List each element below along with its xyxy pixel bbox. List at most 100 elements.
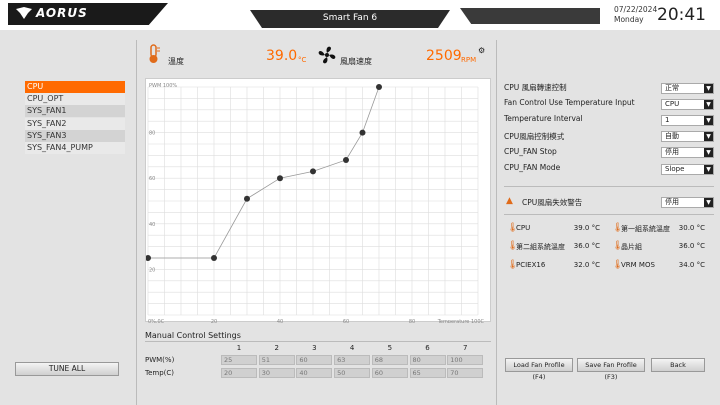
temp-cell[interactable]: 70 (447, 368, 484, 378)
curve-point[interactable] (310, 168, 316, 175)
setting-select[interactable]: 自動 ▼ (661, 131, 714, 143)
setting-select-value: 停用 (665, 148, 679, 157)
chevron-down-icon: ▼ (704, 83, 713, 93)
temp-cell[interactable]: 20 (221, 368, 257, 378)
thermometer-icon (149, 44, 160, 63)
sensor-value: 30.0 °C (678, 224, 705, 232)
sensor-value: 36.0 °C (678, 242, 705, 251)
header-decoration (460, 8, 600, 24)
temp-value: 39.0 (266, 48, 298, 64)
setting-select-value: 正常 (665, 83, 679, 92)
setting-label: CPU風扇控制模式 (504, 131, 565, 141)
sensor-value: 32.0 °C (573, 260, 600, 269)
pwm-cell[interactable]: 63 (334, 355, 371, 365)
day-text: Monday (614, 15, 644, 24)
setting-label: CPU_FAN Stop (504, 146, 557, 156)
setting-select[interactable]: 正常 ▼ (661, 82, 714, 94)
setting-select-value: CPU (665, 99, 680, 108)
setting-label: Fan Control Use Temperature Input (504, 98, 635, 108)
sensor-value: 34.0 °C (678, 260, 705, 269)
clock-display: 20:41 (657, 5, 706, 25)
warning-select-value: 停用 (665, 198, 679, 206)
sensor-name: VRM MOS (621, 260, 655, 269)
pwm-cell[interactable]: 100 (447, 355, 484, 365)
temp-cell[interactable]: 65 (409, 368, 446, 378)
curve-point[interactable] (211, 255, 217, 261)
setting-select-value: 1 (665, 115, 670, 124)
tune-all-button[interactable]: TUNE ALL (15, 362, 119, 376)
pwm-row-label: PWM(%) (145, 356, 175, 364)
pwm-cell[interactable]: 60 (296, 355, 333, 365)
x-tick-label: 60 (343, 319, 349, 323)
temp-cell[interactable]: 60 (371, 368, 408, 378)
chevron-down-icon: ▼ (704, 99, 713, 109)
sensor-name: 晶片組 (621, 243, 642, 252)
fan-speed-value: 2509 (426, 48, 462, 64)
curve-point[interactable] (359, 129, 366, 136)
fan-icon (318, 46, 336, 64)
column-header: 1 (236, 344, 242, 352)
curve-point[interactable] (277, 175, 283, 182)
chevron-down-icon: ▼ (704, 148, 713, 158)
column-header: 3 (312, 344, 317, 352)
load-fan-profile-button[interactable]: Load Fan Profile (F4) (505, 358, 573, 381)
temp-row-label: Temp(C) (145, 369, 175, 377)
chevron-down-icon: ▼ (704, 115, 713, 125)
fan-item-cpu[interactable]: CPU (25, 81, 125, 93)
column-header: 4 (349, 344, 355, 352)
x-axis-label: Temperature 100C (437, 319, 485, 323)
setting-select[interactable]: CPU ▼ (661, 98, 714, 110)
setting-label: CPU 風扇轉速控制 (504, 83, 567, 92)
y-tick-label: 60 (149, 176, 155, 182)
save-fan-profile-button[interactable]: Save Fan Profile (F3) (577, 358, 645, 381)
back-button[interactable]: Back (651, 358, 705, 372)
setting-select-value: Slope (665, 164, 685, 173)
y-tick-label: 20 (149, 267, 155, 273)
setting-label: Temperature Interval (504, 114, 583, 124)
pwm-cell[interactable]: 51 (258, 355, 295, 365)
right-divider (496, 40, 497, 405)
pwm-cell[interactable]: 68 (371, 355, 408, 365)
temp-cell[interactable]: 40 (296, 368, 333, 378)
setting-select[interactable]: 1 ▼ (661, 114, 714, 126)
y-axis-label: PWM 100% (149, 83, 177, 89)
curve-point[interactable] (376, 84, 382, 90)
curve-point[interactable] (244, 195, 250, 202)
sensor-value: 39.0 °C (573, 224, 600, 232)
settings-gear-icon[interactable]: ⚙ (478, 46, 485, 55)
fan-item-sys_fan4_pump[interactable]: SYS_FAN4_PUMP (25, 142, 125, 154)
warning-select[interactable]: 停用 ▼ (661, 197, 714, 208)
fan-item-cpu_opt[interactable]: CPU_OPT (25, 93, 125, 106)
date-text: 07/22/2024 (614, 5, 658, 14)
pwm-cell[interactable]: 80 (409, 355, 446, 365)
sensor-separator (504, 214, 714, 215)
setting-select[interactable]: Slope ▼ (661, 163, 714, 175)
settings-separator (504, 186, 714, 187)
temp-label: 溫度 (168, 57, 184, 66)
setting-select[interactable]: 停用 ▼ (661, 147, 714, 159)
page-title: Smart Fan 6 (322, 13, 378, 23)
temp-cell[interactable]: 30 (258, 368, 295, 378)
sensor-name: 第一組系統溫度 (621, 225, 670, 233)
fan-item-sys_fan1[interactable]: SYS_FAN1 (25, 105, 125, 118)
pwm-cell[interactable]: 25 (221, 355, 257, 365)
y-tick-label: 80 (149, 131, 155, 137)
temp-cell[interactable]: 50 (334, 368, 371, 378)
curve-point[interactable] (145, 255, 151, 261)
curve-point[interactable] (343, 156, 349, 163)
x-tick-label: 20 (211, 319, 217, 323)
fan-item-sys_fan2[interactable]: SYS_FAN2 (25, 117, 125, 130)
fan-curve-graph[interactable]: 20 40 60 80 0%,0C 80 60 40 20 PWM 100% Temperature… (145, 78, 492, 325)
fan-speed-label: 風扇速度 (340, 57, 372, 66)
x-tick-label: 80 (409, 319, 415, 323)
fan-curve-chart[interactable]: 20 40 60 80 0%,0C 80 60 40 20 PWM 100% Temperature… (145, 79, 492, 325)
fan-item-sys_fan3[interactable]: SYS_FAN3 (25, 129, 125, 142)
column-header: 6 (425, 344, 430, 352)
aorus-eagle-icon (16, 7, 32, 19)
setting-select-value: 自動 (665, 132, 679, 141)
column-header: 2 (274, 344, 279, 352)
y-tick-label: 40 (149, 222, 155, 228)
warning-icon: ▲ (506, 196, 513, 206)
left-divider (136, 40, 137, 405)
sensor-name: 第二組系統溫度 (516, 243, 565, 252)
